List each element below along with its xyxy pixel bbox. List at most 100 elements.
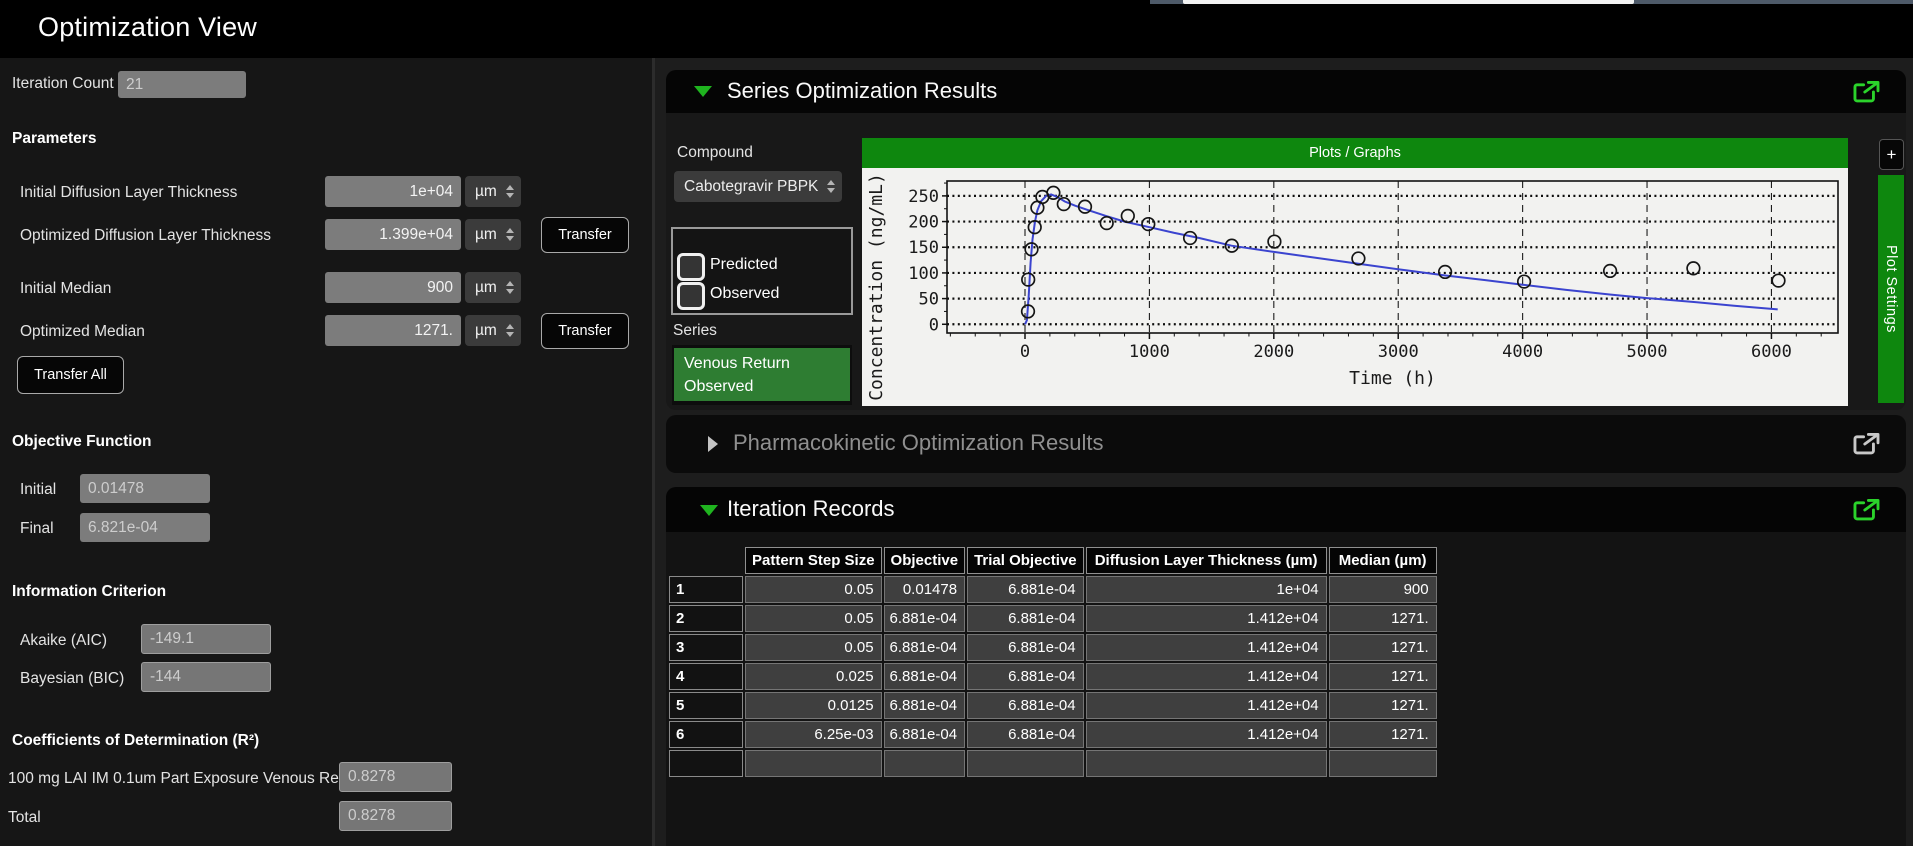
table-cell: 1271. xyxy=(1329,605,1437,632)
transfer-median-button[interactable]: Transfer xyxy=(541,313,629,349)
expand-triangle-icon[interactable] xyxy=(708,436,718,452)
column-header[interactable]: Diffusion Layer Thickness (µm) xyxy=(1086,547,1327,574)
svg-text:5000: 5000 xyxy=(1627,342,1668,362)
open-external-icon[interactable] xyxy=(1851,432,1881,456)
objective-initial-label: Initial xyxy=(20,481,56,499)
initial-dlt-field[interactable]: 1e+04 xyxy=(325,176,461,207)
pk-results-title: Pharmacokinetic Optimization Results xyxy=(733,430,1103,456)
open-external-icon[interactable] xyxy=(1851,498,1881,522)
transfer-dlt-button[interactable]: Transfer xyxy=(541,217,629,253)
row-number-cell[interactable]: 3 xyxy=(669,634,743,661)
table-cell: 6.881e-04 xyxy=(967,663,1084,690)
objective-final-label: Final xyxy=(20,520,54,538)
table-cell: 6.25e-03 xyxy=(745,721,882,748)
predicted-checkbox[interactable] xyxy=(677,253,705,281)
svg-text:2000: 2000 xyxy=(1253,342,1294,362)
table-row[interactable]: 66.25e-036.881e-046.881e-041.412e+041271… xyxy=(669,721,1437,748)
table-corner-cell xyxy=(669,547,743,574)
table-cell: 6.881e-04 xyxy=(967,576,1084,603)
spinner-arrows-icon[interactable] xyxy=(506,281,514,294)
initial-dlt-unit-select[interactable]: µm xyxy=(465,176,521,207)
row-number-cell[interactable]: 6 xyxy=(669,721,743,748)
series-item-line2: Observed xyxy=(684,375,850,398)
table-cell: 1.412e+04 xyxy=(1086,663,1327,690)
plot-settings-tab[interactable]: Plot Settings xyxy=(1878,175,1904,403)
r2-series-field[interactable]: 0.8278 xyxy=(339,762,452,792)
row-number-cell[interactable]: 5 xyxy=(669,692,743,719)
table-cell: 1.412e+04 xyxy=(1086,605,1327,632)
table-row[interactable]: 20.056.881e-046.881e-041.412e+041271. xyxy=(669,605,1437,632)
objective-final-field[interactable]: 6.821e-04 xyxy=(80,513,210,542)
optimized-median-field[interactable]: 1271. xyxy=(325,315,461,346)
row-number-cell[interactable]: 4 xyxy=(669,663,743,690)
iteration-records-header[interactable]: Iteration Records xyxy=(666,487,1906,532)
spinner-arrows-icon[interactable] xyxy=(506,228,514,241)
table-cell xyxy=(967,750,1084,777)
table-cell: 6.881e-04 xyxy=(884,605,966,632)
column-header[interactable]: Trial Objective xyxy=(967,547,1084,574)
open-external-icon[interactable] xyxy=(1851,80,1881,104)
table-cell: 6.881e-04 xyxy=(884,663,966,690)
table-cell: 6.881e-04 xyxy=(884,692,966,719)
objective-initial-field[interactable]: 0.01478 xyxy=(80,474,210,503)
series-results-header[interactable]: Series Optimization Results xyxy=(666,70,1906,113)
table-row[interactable] xyxy=(669,750,1437,777)
initial-median-field[interactable]: 900 xyxy=(325,272,461,303)
pk-results-header[interactable]: Pharmacokinetic Optimization Results xyxy=(666,415,1906,473)
optimized-dlt-unit-select[interactable]: µm xyxy=(465,219,521,250)
predicted-checkbox-label: Predicted xyxy=(710,256,778,274)
table-cell: 900 xyxy=(1329,576,1437,603)
collapse-triangle-icon[interactable] xyxy=(700,505,718,516)
page-title: Optimization View xyxy=(38,12,257,43)
table-cell: 0.05 xyxy=(745,605,882,632)
series-list-label: Series xyxy=(673,322,717,340)
optimized-median-unit-select[interactable]: µm xyxy=(465,315,521,346)
row-number-cell[interactable]: 1 xyxy=(669,576,743,603)
table-cell: 1271. xyxy=(1329,692,1437,719)
initial-median-unit-select[interactable]: µm xyxy=(465,272,521,303)
column-header[interactable]: Median (µm) xyxy=(1329,547,1437,574)
column-header[interactable]: Objective xyxy=(884,547,966,574)
add-plot-button[interactable]: + xyxy=(1879,139,1904,170)
aic-label: Akaike (AIC) xyxy=(20,632,107,650)
table-cell: 0.01478 xyxy=(884,576,966,603)
information-criterion-heading: Information Criterion xyxy=(12,583,166,601)
svg-text:4000: 4000 xyxy=(1502,342,1543,362)
compound-value: Cabotegravir PBPK xyxy=(684,178,818,196)
row-number-cell[interactable] xyxy=(669,750,743,777)
bic-field[interactable]: -144 xyxy=(141,662,271,692)
table-cell: 6.881e-04 xyxy=(884,721,966,748)
column-header[interactable]: Pattern Step Size xyxy=(745,547,882,574)
table-cell: 6.881e-04 xyxy=(967,721,1084,748)
svg-text:50: 50 xyxy=(919,290,939,310)
table-row[interactable]: 50.01256.881e-046.881e-041.412e+041271. xyxy=(669,692,1437,719)
iteration-count-field[interactable]: 21 xyxy=(118,71,246,98)
table-cell: 1.412e+04 xyxy=(1086,692,1327,719)
iteration-records-table[interactable]: Pattern Step SizeObjectiveTrial Objectiv… xyxy=(667,545,1439,779)
table-cell: 0.0125 xyxy=(745,692,882,719)
observed-checkbox-label: Observed xyxy=(710,285,779,303)
optimized-dlt-field[interactable]: 1.399e+04 xyxy=(325,219,461,250)
svg-text:0: 0 xyxy=(929,315,939,335)
r2-total-field[interactable]: 0.8278 xyxy=(339,801,452,831)
row-number-cell[interactable]: 2 xyxy=(669,605,743,632)
table-row[interactable]: 10.050.014786.881e-041e+04900 xyxy=(669,576,1437,603)
aic-field[interactable]: -149.1 xyxy=(141,624,271,654)
objective-function-heading: Objective Function xyxy=(12,433,152,451)
table-row[interactable]: 40.0256.881e-046.881e-041.412e+041271. xyxy=(669,663,1437,690)
table-cell: 1.412e+04 xyxy=(1086,634,1327,661)
svg-text:100: 100 xyxy=(908,264,939,284)
spinner-arrows-icon[interactable] xyxy=(506,185,514,198)
spinner-arrows-icon[interactable] xyxy=(506,324,514,337)
series-list-item-selected[interactable]: Venous Return Observed xyxy=(674,348,850,401)
table-cell: 1e+04 xyxy=(1086,576,1327,603)
spinner-arrows-icon[interactable] xyxy=(827,180,835,193)
compound-select[interactable]: Cabotegravir PBPK xyxy=(674,171,842,202)
collapse-triangle-icon[interactable] xyxy=(694,86,712,97)
table-cell: 0.05 xyxy=(745,634,882,661)
concentration-time-plot-widget: Plots / Graphs 0100020003000400050006000… xyxy=(862,138,1848,406)
transfer-all-button[interactable]: Transfer All xyxy=(17,356,124,394)
observed-checkbox[interactable] xyxy=(677,282,705,310)
table-row[interactable]: 30.056.881e-046.881e-041.412e+041271. xyxy=(669,634,1437,661)
unit-label: µm xyxy=(475,183,497,201)
